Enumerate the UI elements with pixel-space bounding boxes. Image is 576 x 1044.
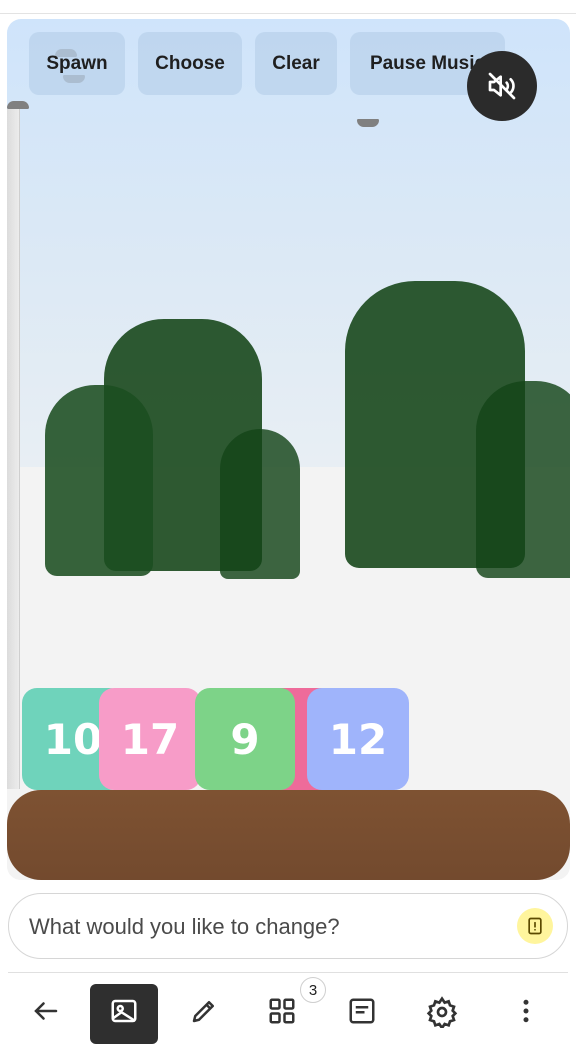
ceiling-lamp <box>357 119 379 127</box>
tile-value: 9 <box>230 714 260 764</box>
grid-icon[interactable] <box>262 996 302 1036</box>
ceiling-lamp <box>7 101 29 109</box>
clear-button[interactable]: Clear <box>255 32 337 95</box>
top-divider <box>0 13 576 14</box>
nav-divider <box>8 972 568 973</box>
tile-value: 17 <box>120 714 180 764</box>
number-tile-9[interactable]: 9 <box>195 688 295 790</box>
bush-shape <box>220 429 300 579</box>
choose-button[interactable]: Choose <box>138 32 242 95</box>
settings-gear-icon[interactable] <box>422 996 462 1036</box>
spawn-button[interactable]: Spawn <box>29 32 125 95</box>
more-vertical-icon[interactable] <box>506 996 546 1036</box>
number-tile-17[interactable]: 17 <box>99 688 201 790</box>
document-icon[interactable] <box>342 996 382 1036</box>
bush-shape <box>476 381 570 578</box>
back-arrow-icon[interactable] <box>26 996 66 1036</box>
image-icon[interactable] <box>104 996 144 1036</box>
pencil-icon[interactable] <box>184 996 224 1036</box>
speaker-muted-icon <box>488 72 516 100</box>
number-tile-12[interactable]: 12 <box>307 688 409 790</box>
mute-button[interactable] <box>467 51 537 121</box>
game-canvas[interactable]: 10 17 9 12 Spawn Choose Clear Pause Musi… <box>7 19 570 880</box>
grid-count-badge: 3 <box>300 977 326 1003</box>
warning-icon[interactable] <box>517 908 553 944</box>
scroll-rail[interactable] <box>7 109 20 789</box>
tile-value: 12 <box>328 714 388 764</box>
tile-value: 10 <box>43 714 103 764</box>
prompt-placeholder: What would you like to change? <box>29 914 340 939</box>
prompt-field[interactable]: What would you like to change? <box>8 893 568 959</box>
platform <box>7 790 570 880</box>
bush-shape <box>45 385 153 576</box>
